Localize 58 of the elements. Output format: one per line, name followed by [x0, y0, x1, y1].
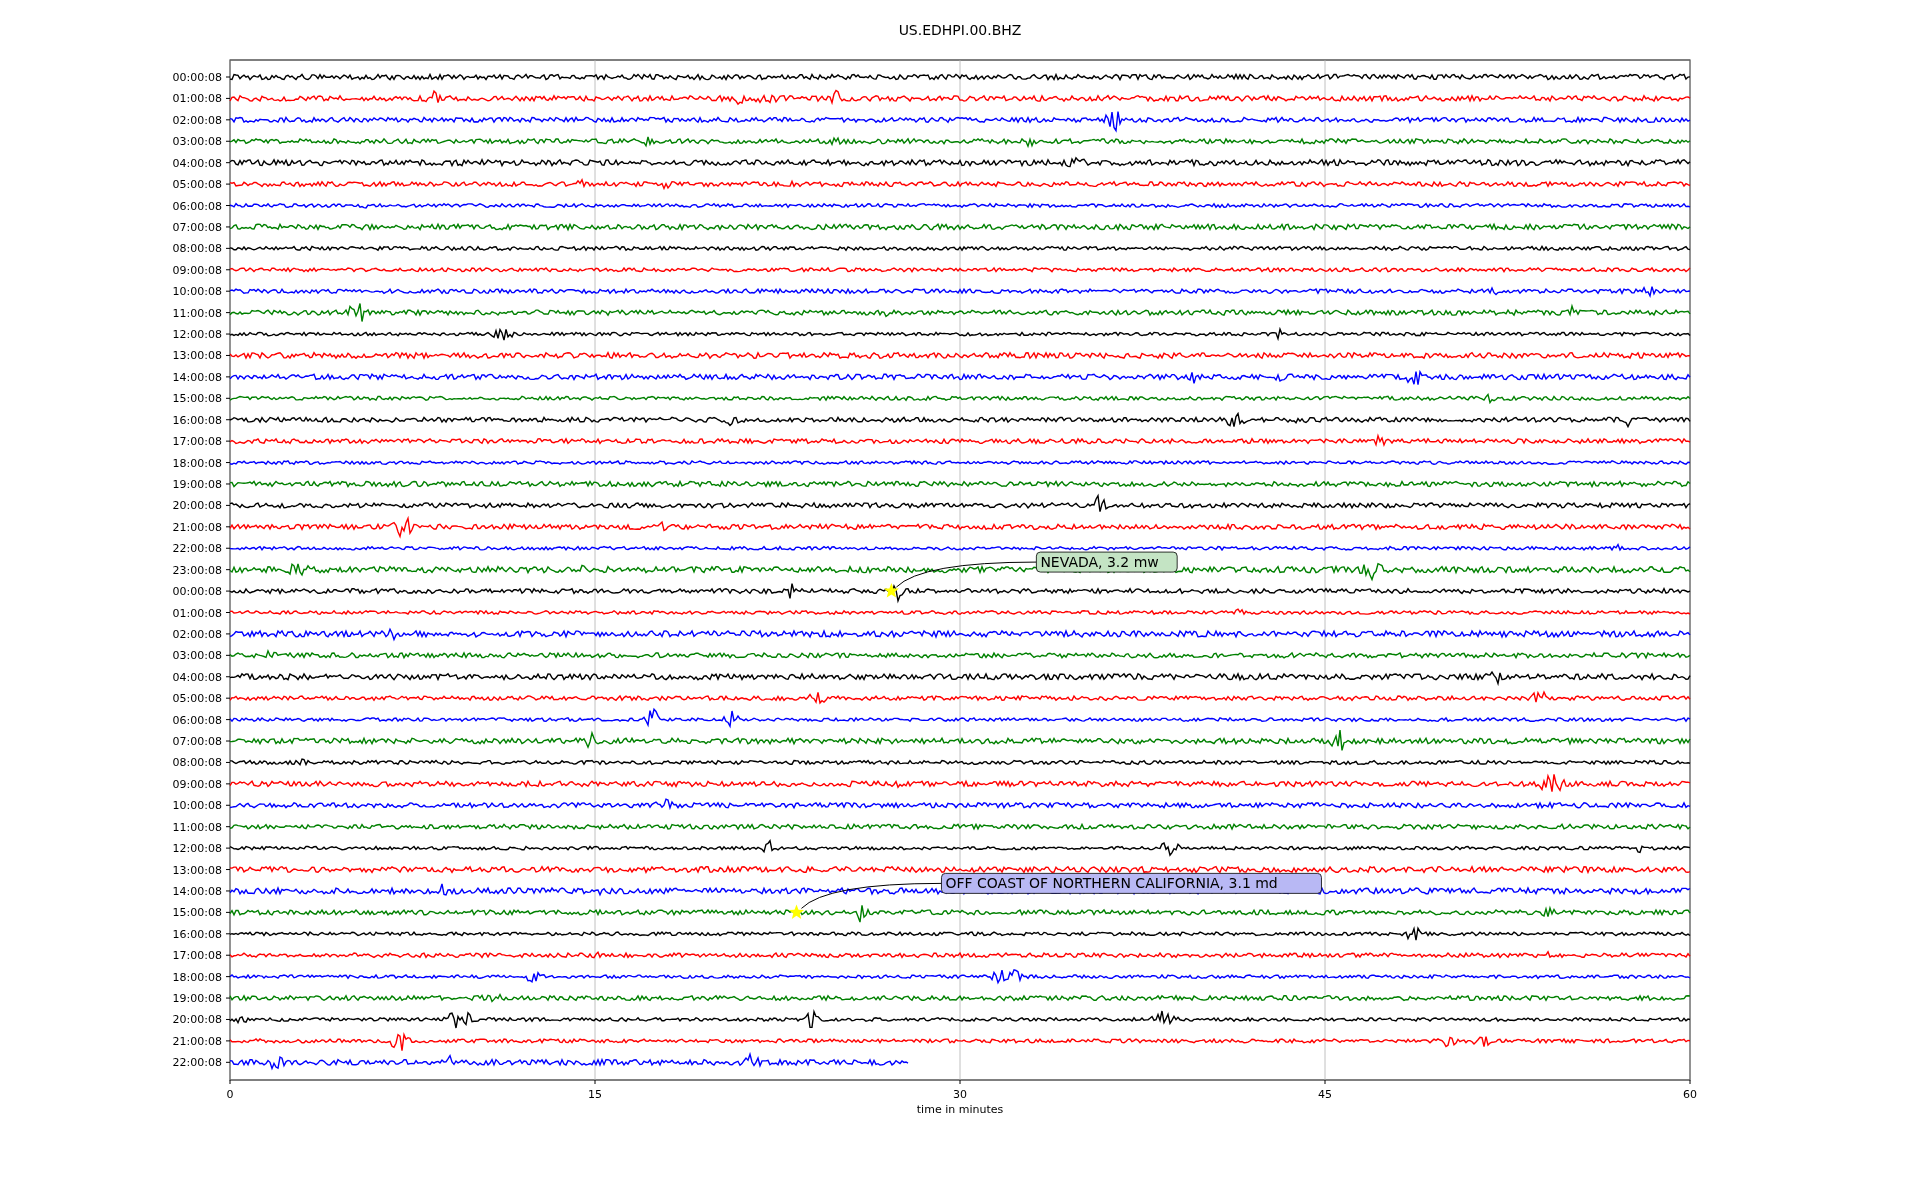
tick-label: 45: [1318, 1088, 1332, 1101]
time-label: 00:00:08: [172, 585, 222, 599]
time-label: 06:00:08: [172, 199, 222, 213]
time-label: 13:00:08: [172, 863, 222, 877]
event-callout: OFF COAST OF NORTHERN CALIFORNIA, 3.1 md: [941, 873, 1322, 894]
time-label: 06:00:08: [172, 713, 222, 727]
time-label: 21:00:08: [172, 1034, 222, 1048]
time-label: 01:00:08: [172, 606, 222, 620]
time-label: 10:00:08: [172, 799, 222, 813]
time-label: 08:00:08: [172, 756, 222, 770]
star-icon: [788, 904, 805, 919]
time-label: 00:00:08: [172, 71, 222, 84]
time-label: 18:00:08: [172, 456, 222, 470]
tick-label: 30: [953, 1088, 967, 1101]
time-label: 20:00:08: [172, 499, 222, 513]
time-label: 07:00:08: [172, 220, 222, 234]
time-label: 10:00:08: [172, 285, 222, 299]
time-label: 01:00:08: [172, 92, 222, 106]
time-label: 16:00:08: [172, 927, 222, 941]
time-label: 07:00:08: [172, 735, 222, 748]
time-label: 14:00:08: [172, 884, 222, 898]
time-label: 02:00:08: [172, 113, 222, 127]
time-label: 16:00:08: [172, 413, 222, 427]
time-label: 03:00:08: [172, 135, 222, 149]
time-label: 08:00:08: [172, 242, 222, 256]
time-label: 03:00:08: [172, 649, 222, 663]
time-label: 15:00:08: [172, 906, 222, 920]
axis-label: time in minutes: [916, 1103, 1004, 1116]
time-label: 22:00:08: [172, 542, 222, 556]
time-label: 22:00:08: [172, 1056, 222, 1070]
time-label: 11:00:08: [172, 306, 222, 320]
tick-label: 0: [226, 1088, 234, 1101]
tick-label: 15: [588, 1088, 602, 1101]
time-label: 20:00:08: [172, 1013, 222, 1027]
time-label: 05:00:08: [172, 178, 222, 192]
time-label: 18:00:08: [172, 970, 222, 984]
time-label: 14:00:08: [172, 370, 222, 384]
time-label: 11:00:08: [172, 820, 222, 834]
time-label: 02:00:08: [172, 627, 222, 641]
time-label: 23:00:08: [172, 563, 222, 577]
time-label: 12:00:08: [172, 328, 222, 342]
time-label: 17:00:08: [172, 949, 222, 963]
time-label: 04:00:08: [172, 670, 222, 684]
tick-label: 60: [1683, 1088, 1697, 1101]
time-label: 17:00:08: [172, 435, 222, 449]
time-label: 05:00:08: [172, 692, 222, 706]
plot-title: US.EDHPI.00.BHZ: [898, 22, 1022, 38]
time-label: 19:00:08: [172, 478, 222, 491]
time-label: 09:00:08: [172, 777, 222, 791]
time-label: 12:00:08: [172, 842, 222, 856]
event-callout: NEVADA, 3.2 mw: [1036, 551, 1178, 573]
time-label: 04:00:08: [172, 156, 222, 170]
time-label: 13:00:08: [172, 349, 222, 363]
time-label: 21:00:08: [172, 520, 222, 534]
time-label: 15:00:08: [172, 392, 222, 406]
star-icon: [883, 583, 899, 598]
time-label: 19:00:08: [172, 992, 222, 1006]
time-label: 09:00:08: [172, 263, 222, 277]
